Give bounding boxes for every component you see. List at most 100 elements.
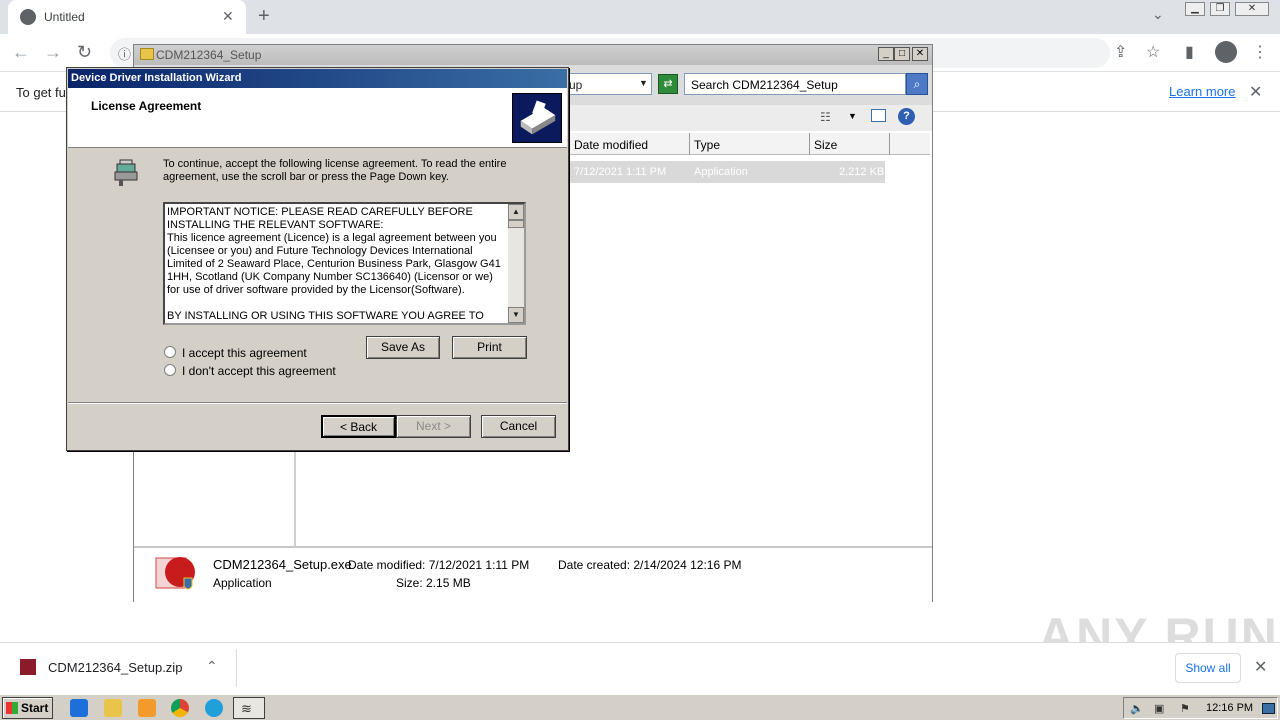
license-scrollbar[interactable]: ▲ ▼ xyxy=(508,204,524,323)
dropdown-arrow-icon[interactable]: ▼ xyxy=(639,78,648,88)
wizard-heading: License Agreement xyxy=(91,99,202,113)
preview-pane-icon[interactable] xyxy=(871,109,886,122)
file-size: 2,212 KB xyxy=(839,166,885,178)
download-bar: CDM212364_Setup.zip ⌃ Show all ✕ xyxy=(0,642,1280,692)
details-date-created: Date created: 2/14/2024 12:16 PM xyxy=(558,558,742,572)
media-player-icon[interactable] xyxy=(138,699,156,717)
info-bar-close-icon[interactable]: ✕ xyxy=(1249,82,1262,102)
share-icon[interactable]: ⇪ xyxy=(1114,42,1127,62)
forward-icon[interactable]: → xyxy=(44,42,62,63)
reload-icon[interactable]: ↻ xyxy=(77,42,92,63)
license-line: BY INSTALLING OR USING THIS SOFTWARE YOU… xyxy=(167,310,484,322)
download-bar-close-icon[interactable]: ✕ xyxy=(1254,657,1267,677)
details-file-type: Application xyxy=(213,576,272,590)
go-refresh-icon[interactable]: ⇄ xyxy=(658,74,678,94)
folder-icon xyxy=(140,48,154,60)
details-date-modified: Date modified: 7/12/2021 1:11 PM xyxy=(348,558,530,572)
profile-avatar[interactable] xyxy=(1215,41,1237,63)
wizard-title-bar[interactable]: Device Driver Installation Wizard xyxy=(68,69,567,88)
wizard-title: Device Driver Installation Wizard xyxy=(71,72,242,84)
license-line: IMPORTANT NOTICE: PLEASE READ CAREFULLY … xyxy=(167,206,473,231)
wizard-separator xyxy=(68,402,567,404)
wizard-task-button[interactable]: ≋ xyxy=(233,697,265,719)
scroll-thumb[interactable] xyxy=(508,220,524,228)
info-icon[interactable]: ⓘ xyxy=(118,44,131,63)
help-icon[interactable]: ? xyxy=(898,108,915,125)
new-tab-button[interactable]: + xyxy=(258,5,270,28)
file-row[interactable]: 7/12/2021 1:11 PM Application 2,212 KB xyxy=(570,161,885,183)
wizard-instructions: To continue, accept the following licens… xyxy=(163,158,507,183)
browser-tab[interactable]: Untitled ✕ xyxy=(8,0,246,34)
search-placeholder: Search CDM212364_Setup xyxy=(691,78,838,92)
driver-install-icon xyxy=(114,159,138,186)
show-desktop-icon[interactable] xyxy=(1262,703,1275,714)
explorer-title-bar[interactable]: CDM212364_Setup _ □ ✕ xyxy=(134,45,932,65)
column-header-row: Date modified Type Size xyxy=(570,133,930,155)
wizard-header: License Agreement xyxy=(68,88,567,148)
explorer-title: CDM212364_Setup xyxy=(156,48,262,62)
windows-logo-icon xyxy=(6,702,18,714)
show-all-button[interactable]: Show all xyxy=(1175,653,1241,683)
restore-button[interactable]: ❐ xyxy=(1210,2,1230,16)
minimize-button[interactable]: ▁ xyxy=(1185,2,1205,16)
decline-radio[interactable] xyxy=(164,364,176,376)
edge-icon[interactable] xyxy=(205,699,223,717)
scroll-up-icon[interactable]: ▲ xyxy=(508,204,524,220)
license-text: IMPORTANT NOTICE: PLEASE READ CAREFULLY … xyxy=(167,206,505,322)
ie-icon[interactable] xyxy=(70,699,88,717)
driver-task-icon: ≋ xyxy=(241,701,252,716)
tab-search-icon[interactable]: ⌄ xyxy=(1152,6,1164,23)
search-icon[interactable]: ⌕ xyxy=(906,73,928,95)
setup-app-icon xyxy=(155,557,195,590)
explorer-address-combo[interactable]: up ▼ xyxy=(564,73,652,95)
accept-radio[interactable] xyxy=(164,346,176,358)
driver-wizard-dialog: Device Driver Installation Wizard Licens… xyxy=(66,67,569,451)
scroll-down-icon[interactable]: ▼ xyxy=(508,307,524,323)
action-center-flag-icon[interactable]: ⚑ xyxy=(1180,702,1194,716)
print-button[interactable]: Print xyxy=(452,336,527,359)
back-icon[interactable]: ← xyxy=(12,42,30,63)
clock[interactable]: 12:16 PM xyxy=(1206,702,1253,714)
address-value: up xyxy=(569,78,583,92)
column-date-modified[interactable]: Date modified xyxy=(570,133,690,155)
license-text-box[interactable]: IMPORTANT NOTICE: PLEASE READ CAREFULLY … xyxy=(163,202,526,325)
network-icon[interactable]: ▣ xyxy=(1154,702,1168,716)
learn-more-link[interactable]: Learn more xyxy=(1169,84,1235,99)
accept-label[interactable]: I accept this agreement xyxy=(182,346,307,360)
menu-icon[interactable]: ⋮ xyxy=(1252,42,1268,62)
decline-label[interactable]: I don't accept this agreement xyxy=(182,364,336,378)
browser-tab-strip: Untitled ✕ + ⌄ ▁ ❐ ✕ xyxy=(0,0,1280,34)
save-as-button[interactable]: Save As xyxy=(366,336,440,359)
tab-title: Untitled xyxy=(44,10,85,24)
explorer-close-button[interactable]: ✕ xyxy=(912,47,928,61)
tab-close-icon[interactable]: ✕ xyxy=(222,8,234,25)
explorer-search-input[interactable]: Search CDM212364_Setup xyxy=(684,73,906,95)
chrome-icon[interactable] xyxy=(171,699,189,717)
explorer-minimize-button[interactable]: _ xyxy=(878,47,894,61)
cancel-button[interactable]: Cancel xyxy=(481,415,556,438)
system-tray: 🔈 ▣ ⚑ 12:16 PM xyxy=(1123,697,1278,719)
details-file-name: CDM212364_Setup.exe xyxy=(213,557,352,572)
details-size: Size: 2.15 MB xyxy=(396,576,471,590)
start-button[interactable]: Start xyxy=(2,697,53,719)
side-panel-icon[interactable]: ▮ xyxy=(1185,42,1194,62)
file-type: Application xyxy=(694,166,748,178)
hardware-wizard-logo-icon xyxy=(512,93,562,143)
explorer-maximize-button[interactable]: □ xyxy=(894,47,910,61)
explorer-icon[interactable] xyxy=(104,699,122,717)
taskbar: Start ≋ 🔈 ▣ ⚑ 12:16 PM xyxy=(0,694,1280,720)
bookmark-star-icon[interactable]: ☆ xyxy=(1146,42,1160,62)
column-size[interactable]: Size xyxy=(810,133,890,155)
download-file-name[interactable]: CDM212364_Setup.zip xyxy=(48,660,182,675)
back-button[interactable]: < Back xyxy=(321,415,396,438)
chevron-up-icon[interactable]: ⌃ xyxy=(206,658,218,675)
start-label: Start xyxy=(21,701,49,715)
view-list-icon[interactable]: ☷ xyxy=(820,110,831,124)
window-close-button[interactable]: ✕ xyxy=(1235,2,1269,16)
next-button[interactable]: Next > xyxy=(396,415,471,438)
license-line xyxy=(167,297,505,310)
zip-file-icon xyxy=(20,659,36,675)
view-dropdown-icon[interactable]: ▼ xyxy=(848,111,857,121)
volume-icon[interactable]: 🔈 xyxy=(1130,702,1144,716)
column-type[interactable]: Type xyxy=(690,133,810,155)
